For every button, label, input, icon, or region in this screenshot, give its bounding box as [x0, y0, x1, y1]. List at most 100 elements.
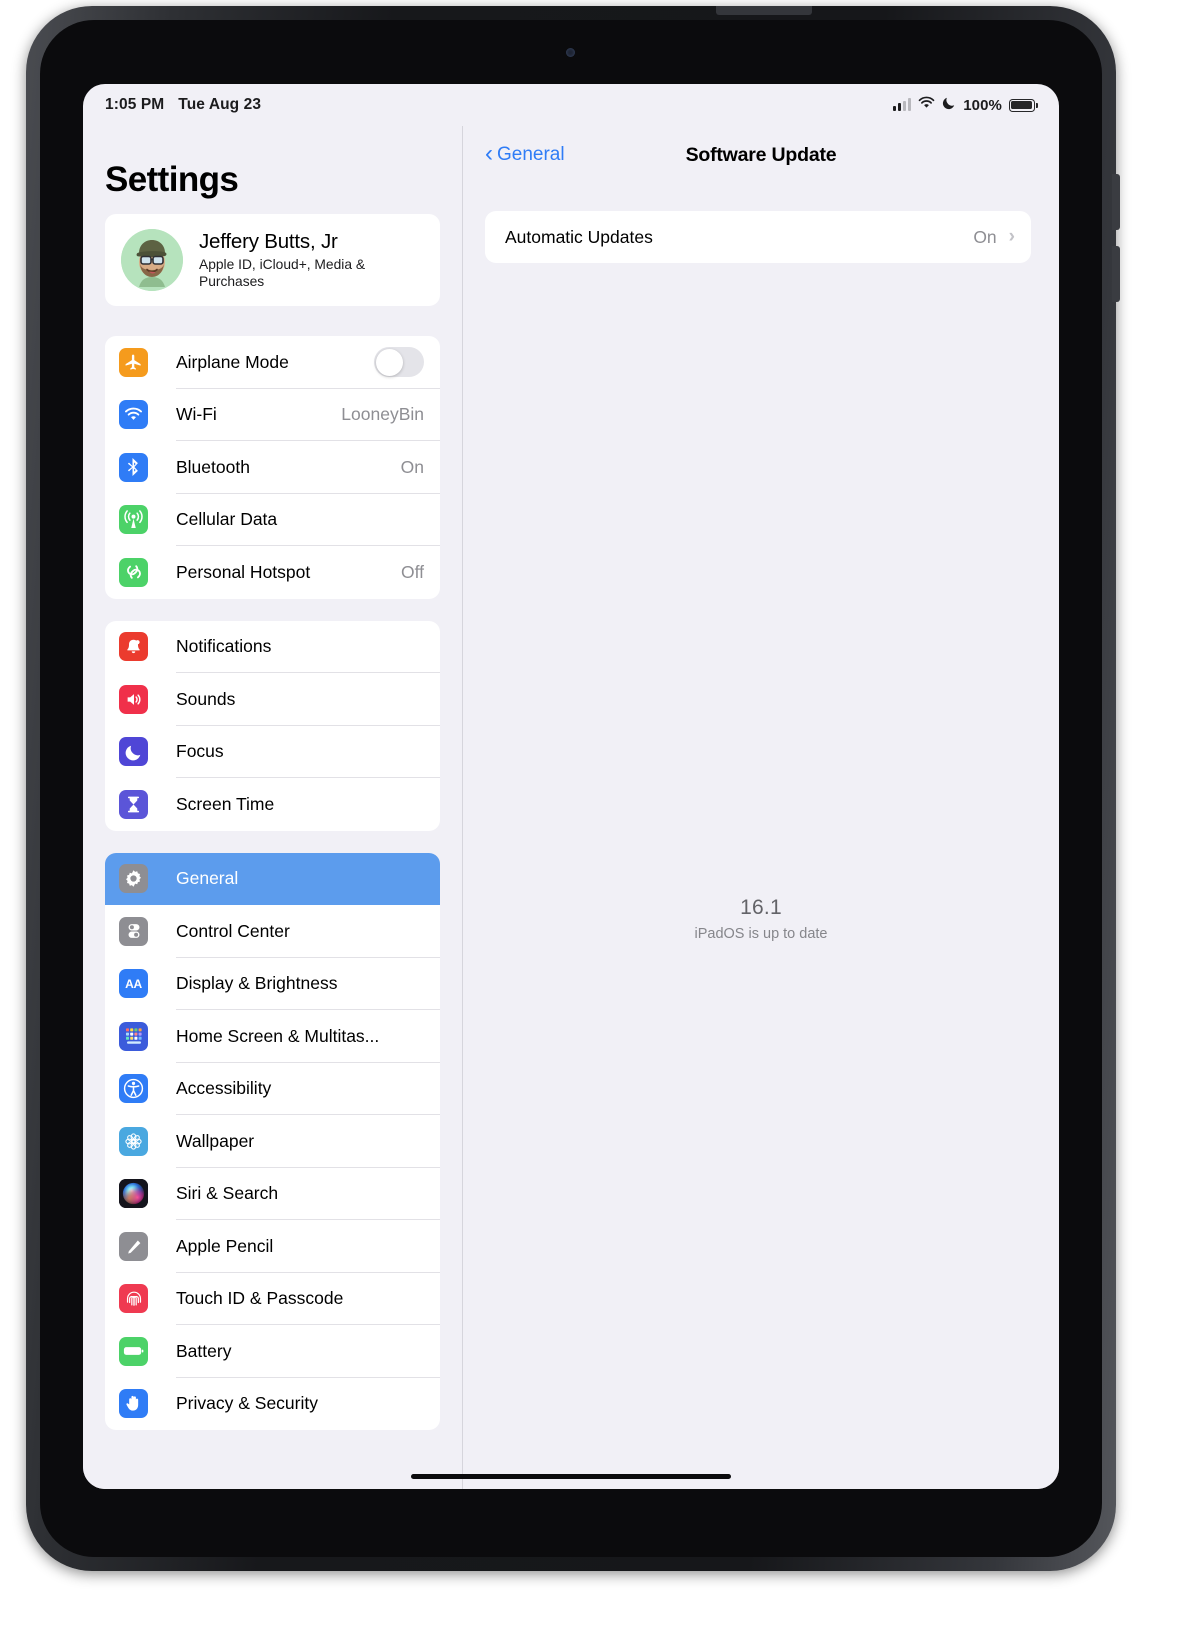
front-camera-icon	[566, 48, 575, 57]
battery-icon	[1009, 98, 1038, 112]
sidebar-item-home-screen-multitasking[interactable]: Home Screen & Multitas...	[105, 1010, 440, 1063]
sidebar-item-screen-time[interactable]: Screen Time	[105, 778, 440, 831]
automatic-updates-value: On	[973, 226, 997, 247]
wifi-network-value: LooneyBin	[341, 404, 424, 425]
automatic-updates-label: Automatic Updates	[505, 226, 653, 247]
sidebar-item-wifi[interactable]: Wi-Fi LooneyBin	[105, 389, 440, 441]
sidebar-item-display-brightness[interactable]: AA Display & Brightness	[105, 958, 440, 1010]
sidebar-item-privacy-security[interactable]: Privacy & Security	[105, 1378, 440, 1431]
fingerprint-icon	[119, 1284, 148, 1314]
avatar	[121, 229, 183, 291]
control-center-icon	[119, 916, 148, 946]
siri-orb-icon	[119, 1179, 148, 1209]
accessibility-icon	[119, 1074, 148, 1104]
airplane-mode-toggle[interactable]	[374, 347, 424, 378]
sidebar-item-label: Home Screen & Multitas...	[176, 1025, 380, 1046]
version-number: 16.1	[740, 896, 782, 919]
sidebar-item-control-center[interactable]: Control Center	[105, 905, 440, 958]
profile-name: Jeffery Butts, Jr	[199, 229, 338, 253]
apple-id-profile-card[interactable]: Jeffery Butts, Jr Apple ID, iCloud+, Med…	[105, 214, 440, 306]
battery-percent-label: 100%	[963, 96, 1002, 114]
sidebar-item-focus[interactable]: Focus	[105, 726, 440, 778]
cellular-signal-icon	[893, 98, 912, 111]
sidebar-item-label: Touch ID & Passcode	[176, 1288, 344, 1309]
sidebar-item-label: Focus	[176, 741, 224, 762]
sidebar-item-label: Bluetooth	[176, 456, 250, 477]
sidebar-item-accessibility[interactable]: Accessibility	[105, 1063, 440, 1115]
software-update-pane: ‹ General Software Update Automatic Upda…	[463, 126, 1059, 1489]
sidebar-item-battery[interactable]: Battery	[105, 1325, 440, 1378]
detail-navigation-bar: ‹ General Software Update	[463, 126, 1059, 184]
airplane-icon	[119, 347, 148, 377]
settings-group-connectivity: Airplane Mode Wi-Fi LooneyBin Bluetooth …	[105, 336, 440, 599]
sidebar-item-label: Battery	[176, 1340, 232, 1361]
chevron-left-icon: ‹	[485, 140, 493, 167]
profile-text: Jeffery Butts, Jr Apple ID, iCloud+, Med…	[199, 230, 409, 291]
sidebar-item-bluetooth[interactable]: Bluetooth On	[105, 441, 440, 494]
home-indicator[interactable]	[411, 1474, 731, 1479]
bluetooth-status-value: On	[400, 456, 424, 477]
page-title: Settings	[105, 160, 239, 199]
sidebar-item-label: Siri & Search	[176, 1183, 279, 1204]
sidebar-item-label: Privacy & Security	[176, 1393, 318, 1414]
version-status: iPadOS is up to date	[694, 926, 828, 942]
sidebar-item-apple-pencil[interactable]: Apple Pencil	[105, 1220, 440, 1273]
sidebar-item-label: Cellular Data	[176, 509, 278, 530]
sidebar-item-label: Display & Brightness	[176, 973, 338, 994]
hand-raised-icon	[119, 1389, 148, 1419]
sidebar-item-touch-id-passcode[interactable]: Touch ID & Passcode	[105, 1273, 440, 1325]
sidebar-item-label: Airplane Mode	[176, 351, 289, 372]
sidebar-item-personal-hotspot[interactable]: Personal Hotspot Off	[105, 546, 440, 599]
sidebar-item-general[interactable]: General	[105, 852, 440, 905]
display-aa-icon: AA	[119, 969, 148, 999]
status-bar: 1:05 PM Tue Aug 23 100%	[83, 84, 1059, 126]
pencil-icon	[119, 1231, 148, 1261]
profile-subtitle: Apple ID, iCloud+, Media & Purchases	[199, 256, 366, 289]
sidebar-item-label: Sounds	[176, 688, 236, 709]
do-not-disturb-moon-icon	[942, 96, 956, 115]
hourglass-icon	[119, 789, 148, 819]
wifi-icon	[918, 96, 935, 114]
chevron-right-icon: ›	[1008, 226, 1015, 247]
sidebar-item-label: Accessibility	[176, 1078, 272, 1099]
ipad-device-frame: 1:05 PM Tue Aug 23 100% Settings Jeffery…	[26, 6, 1120, 1571]
wifi-icon	[119, 400, 148, 430]
status-time: 1:05 PM	[105, 96, 165, 113]
sidebar-item-siri-search[interactable]: Siri & Search	[105, 1168, 440, 1220]
sidebar-item-sounds[interactable]: Sounds	[105, 673, 440, 726]
version-info-block: 16.1 iPadOS is up to date	[463, 896, 1059, 942]
back-button[interactable]: ‹ General	[485, 140, 565, 167]
sidebar-item-label: Control Center	[176, 920, 290, 941]
speaker-icon	[119, 684, 148, 714]
status-bar-right: 100%	[893, 96, 1038, 115]
moon-icon	[119, 737, 148, 767]
volume-down-button[interactable]	[1112, 246, 1120, 302]
sidebar-item-label: Wallpaper	[176, 1130, 255, 1151]
sidebar-item-label: Notifications	[176, 636, 272, 657]
hotspot-link-icon	[119, 557, 148, 587]
status-bar-left: 1:05 PM Tue Aug 23	[105, 96, 261, 114]
sidebar-item-airplane-mode[interactable]: Airplane Mode	[105, 336, 440, 389]
back-button-label: General	[497, 144, 565, 165]
settings-sidebar[interactable]: Settings Jeffery Butts, Jr Apple ID, iCl…	[83, 126, 463, 1489]
automatic-updates-row[interactable]: Automatic Updates On ›	[485, 211, 1031, 263]
gear-icon	[119, 864, 148, 894]
personal-hotspot-value: Off	[400, 561, 424, 582]
ipad-screen: 1:05 PM Tue Aug 23 100% Settings Jeffery…	[83, 84, 1059, 1489]
sidebar-item-wallpaper[interactable]: Wallpaper	[105, 1115, 440, 1168]
sidebar-item-notifications[interactable]: Notifications	[105, 621, 440, 673]
bell-icon	[119, 632, 148, 662]
battery-icon	[119, 1336, 148, 1366]
wallpaper-flower-icon	[119, 1126, 148, 1156]
status-date: Tue Aug 23	[178, 96, 262, 113]
settings-group-system: General Control Center AA Display & Brig…	[105, 852, 440, 1431]
bluetooth-icon	[119, 452, 148, 482]
sidebar-item-label: Apple Pencil	[176, 1235, 274, 1256]
volume-up-button[interactable]	[1112, 174, 1120, 230]
sidebar-item-label: Screen Time	[176, 793, 275, 814]
home-screen-grid-icon	[119, 1021, 148, 1051]
sidebar-item-cellular-data[interactable]: Cellular Data	[105, 494, 440, 546]
power-button[interactable]	[716, 6, 812, 15]
sidebar-item-label: Personal Hotspot	[176, 561, 311, 582]
settings-group-alerts: Notifications Sounds Focus Screen Time	[105, 620, 440, 831]
